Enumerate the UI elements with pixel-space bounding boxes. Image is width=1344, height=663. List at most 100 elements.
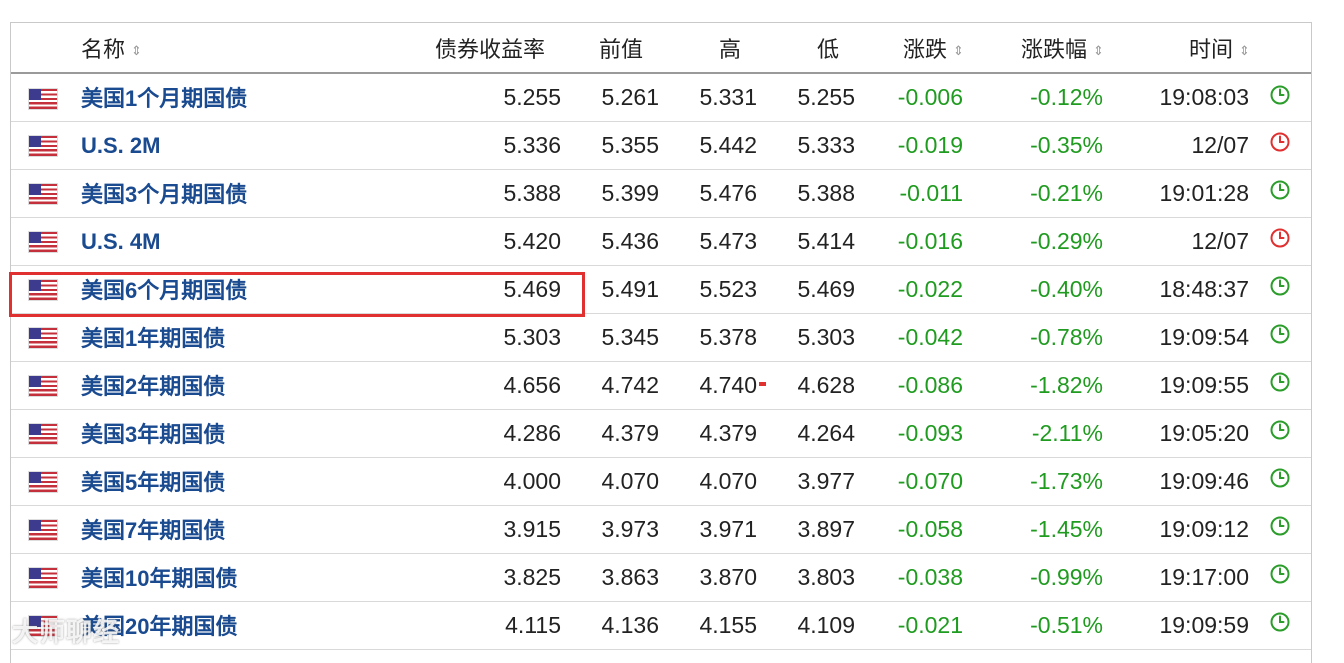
clock-icon-closed: [1269, 227, 1291, 255]
clock-icon-live: [1269, 515, 1291, 543]
header-time[interactable]: 时间 ⇕: [1103, 23, 1250, 74]
change-cell: -0.086: [897, 371, 963, 398]
header-flag: [11, 23, 81, 74]
table-row: 美国6个月期国债 5.469 5.491 5.523 5.469 -0.022 -0.40%…: [11, 265, 1311, 313]
status-cell: [1249, 409, 1311, 457]
high-marker: [759, 382, 766, 386]
prev-cell: 3.863: [601, 563, 659, 590]
change-pct-cell: -2.11%: [1031, 419, 1103, 446]
prev-cell: 5.355: [601, 131, 659, 158]
yield-cell: 4.115: [505, 611, 561, 638]
low-cell: 3.803: [797, 563, 855, 590]
table-row: 美国20年期国债 4.115 4.136 4.155 4.109 -0.021 -0.51%…: [11, 601, 1311, 649]
prev-cell: 3.973: [601, 515, 659, 542]
flag-cell: [11, 553, 81, 601]
prev-cell: 4.379: [601, 419, 659, 446]
high-cell: 5.331: [699, 83, 757, 110]
table-row: 美国1年期国债 5.303 5.345 5.378 5.303 -0.042 -0.78% 1…: [11, 313, 1311, 361]
table-row: 美国7年期国债 3.915 3.973 3.971 3.897 -0.058 -1.45% 1…: [11, 505, 1311, 553]
flag-cell: [11, 409, 81, 457]
high-cell: 3.971: [699, 515, 757, 542]
low-cell: 5.333: [797, 131, 855, 158]
status-cell: [1249, 457, 1311, 505]
status-cell: [1249, 73, 1311, 121]
prev-cell: 4.136: [601, 611, 659, 638]
us-flag-icon: [29, 88, 57, 109]
us-flag-icon: [29, 184, 57, 205]
us-flag-icon: [29, 136, 57, 157]
change-pct-cell: -1.82%: [1030, 371, 1103, 398]
change-pct-cell: -0.35%: [1030, 131, 1103, 158]
header-yield: 债券收益率: [311, 23, 561, 74]
change-cell: -0.093: [897, 419, 963, 446]
time-cell: 19:17:00: [1159, 563, 1249, 590]
change-pct-cell: -0.29%: [1030, 227, 1103, 254]
bond-name-link[interactable]: 美国5年期国债: [81, 470, 225, 495]
high-cell: 4.379: [699, 419, 757, 446]
flag-cell: [11, 169, 81, 217]
bond-name-link[interactable]: 美国1个月期国债: [81, 86, 247, 111]
bond-name-link[interactable]: 美国2年期国债: [81, 374, 225, 399]
low-cell: 5.414: [797, 227, 855, 254]
bond-name-link[interactable]: U.S. 2M: [81, 133, 160, 158]
bond-name-link[interactable]: 美国1年期国债: [81, 326, 225, 351]
bond-name-link[interactable]: U.S. 4M: [81, 229, 160, 254]
flag-cell: [11, 265, 81, 313]
name-cell: 美国3年期国债: [81, 409, 311, 457]
high-cell: 4.155: [699, 611, 757, 638]
yield-cell: 4.000: [503, 467, 561, 494]
low-cell: 5.255: [797, 83, 855, 110]
bond-name-link[interactable]: 美国6个月期国债: [81, 278, 247, 303]
bond-name-link[interactable]: 美国10年期国债: [81, 566, 237, 591]
change-cell: -0.038: [897, 563, 963, 590]
change-cell: -0.070: [897, 467, 963, 494]
table-body: 美国1个月期国债 5.255 5.261 5.331 5.255 -0.006 -0.12%…: [11, 73, 1311, 649]
high-cell: 3.870: [699, 563, 757, 590]
clock-icon-live: [1269, 84, 1291, 112]
watermark: 大师聊经: [12, 617, 121, 647]
header-name[interactable]: 名称 ⇕: [81, 23, 311, 74]
high-cell: 5.523: [699, 275, 757, 302]
time-cell: 19:09:54: [1159, 323, 1249, 350]
name-cell: 美国2年期国债: [81, 361, 311, 409]
high-cell: 5.442: [699, 131, 757, 158]
flag-cell: [11, 217, 81, 265]
header-prev: 前值: [561, 23, 659, 74]
prev-cell: 5.399: [601, 179, 659, 206]
change-pct-cell: -1.45%: [1030, 515, 1103, 542]
us-flag-icon: [29, 424, 57, 445]
us-flag-icon: [29, 280, 57, 301]
table-header-row: 名称 ⇕ 债券收益率 前值 高 低 涨跌 ⇕ 涨跌幅 ⇕ 时间 ⇕: [11, 23, 1311, 74]
flag-cell: [11, 361, 81, 409]
high-cell: 5.473: [699, 227, 757, 254]
header-low: 低: [757, 23, 855, 74]
time-cell: 19:09:46: [1159, 467, 1249, 494]
prev-cell: 5.491: [601, 275, 659, 302]
table-row: 美国2年期国债 4.656 4.742 4.740 4.628 -0.086 -1.82% 1…: [11, 361, 1311, 409]
prev-cell: 5.261: [601, 83, 659, 110]
time-cell: 18:48:37: [1159, 275, 1249, 302]
high-cell: 4.070: [699, 467, 757, 494]
table-row: U.S. 2M 5.336 5.355 5.442 5.333 -0.019 -0.35% 1…: [11, 121, 1311, 169]
status-cell: [1249, 601, 1311, 649]
sort-updown-icon[interactable]: ⇕: [1239, 43, 1250, 59]
clock-icon-live: [1269, 563, 1291, 591]
low-cell: 3.977: [797, 467, 855, 494]
header-change[interactable]: 涨跌 ⇕: [855, 23, 964, 74]
header-high: 高: [659, 23, 757, 74]
sort-updown-icon[interactable]: ⇕: [131, 43, 142, 59]
yield-cell: 5.336: [503, 131, 561, 158]
change-cell: -0.011: [899, 179, 963, 206]
clock-icon-live: [1269, 323, 1291, 351]
flag-cell: [11, 505, 81, 553]
header-change-pct[interactable]: 涨跌幅 ⇕: [963, 23, 1104, 74]
bond-name-link[interactable]: 美国3个月期国债: [81, 182, 247, 207]
change-pct-cell: -0.21%: [1030, 179, 1103, 206]
low-cell: 5.303: [797, 323, 855, 350]
bond-yield-table: 名称 ⇕ 债券收益率 前值 高 低 涨跌 ⇕ 涨跌幅 ⇕ 时间 ⇕ 美国1个月期国债 5.…: [11, 23, 1311, 650]
sort-updown-icon[interactable]: ⇕: [1093, 43, 1104, 59]
sort-updown-icon[interactable]: ⇕: [953, 43, 964, 59]
bond-name-link[interactable]: 美国7年期国债: [81, 518, 225, 543]
bond-name-link[interactable]: 美国3年期国债: [81, 422, 225, 447]
us-flag-icon: [29, 232, 57, 253]
